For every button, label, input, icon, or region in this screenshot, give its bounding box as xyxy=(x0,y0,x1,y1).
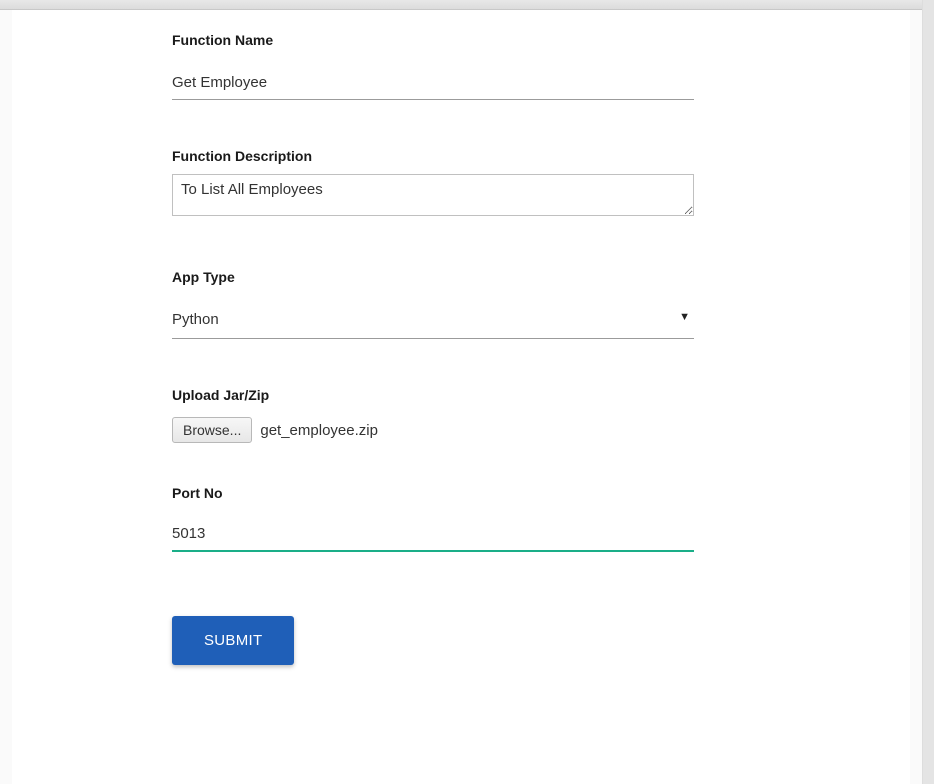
port-no-label: Port No xyxy=(172,485,750,501)
port-no-input[interactable] xyxy=(172,521,694,552)
port-no-group: Port No xyxy=(172,485,750,552)
right-edge-strip xyxy=(922,0,934,784)
function-description-label: Function Description xyxy=(172,148,750,164)
file-row: Browse... get_employee.zip xyxy=(172,417,750,443)
window-top-bar xyxy=(0,0,934,10)
app-type-label: App Type xyxy=(172,269,750,285)
form-container: Function Name Function Description App T… xyxy=(12,10,910,784)
upload-group: Upload Jar/Zip Browse... get_employee.zi… xyxy=(172,387,750,443)
submit-button[interactable]: SUBMIT xyxy=(172,616,294,665)
function-name-input[interactable] xyxy=(172,70,694,100)
app-type-select[interactable]: Python xyxy=(172,307,694,339)
upload-label: Upload Jar/Zip xyxy=(172,387,750,403)
function-description-group: Function Description xyxy=(172,148,750,221)
uploaded-file-name: get_employee.zip xyxy=(260,422,378,439)
function-name-label: Function Name xyxy=(172,32,750,48)
browse-button[interactable]: Browse... xyxy=(172,417,252,443)
app-type-select-wrap: Python ▼ xyxy=(172,307,694,339)
function-description-input[interactable] xyxy=(172,174,694,216)
function-name-group: Function Name xyxy=(172,32,750,100)
app-type-group: App Type Python ▼ xyxy=(172,269,750,339)
